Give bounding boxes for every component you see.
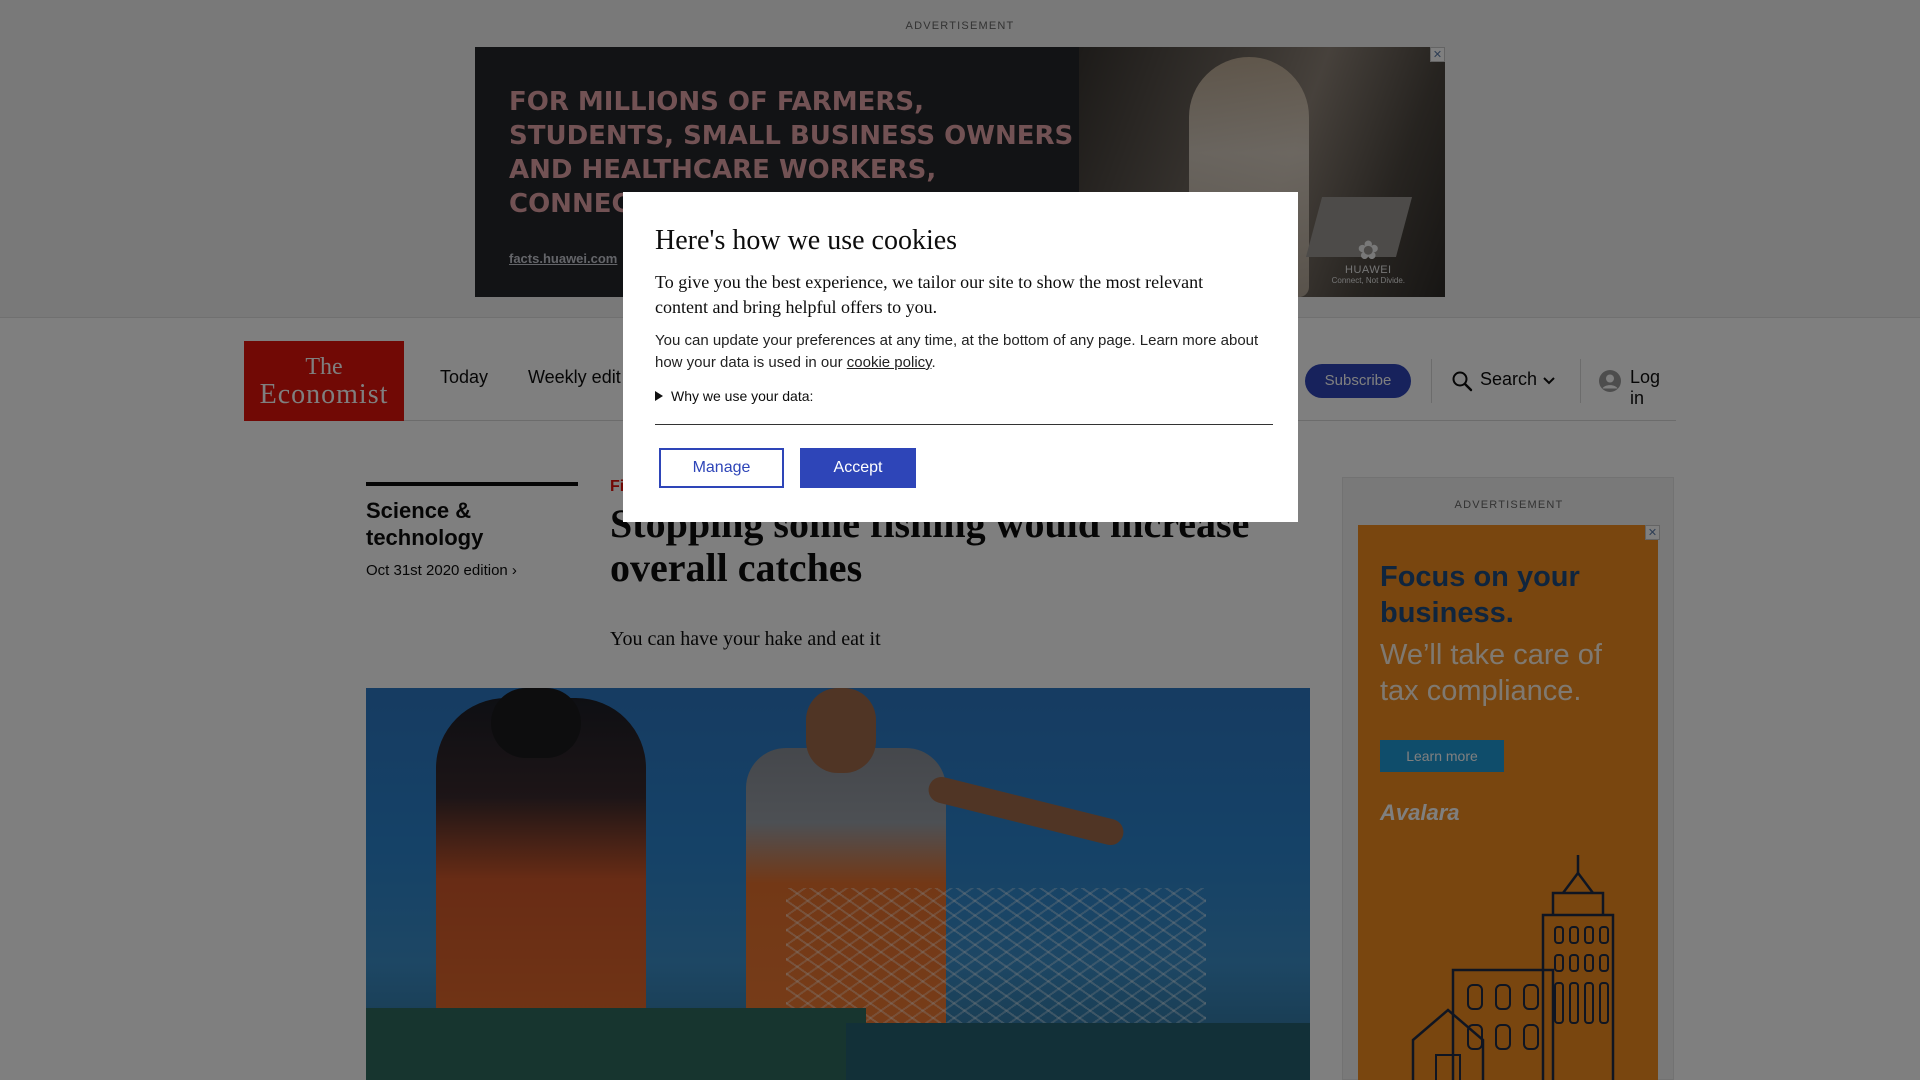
- manage-button[interactable]: Manage: [659, 448, 784, 488]
- cookie-policy-link[interactable]: cookie policy: [847, 354, 932, 371]
- why-we-use-data-label: Why we use your data:: [671, 388, 814, 404]
- modal-overlay: [0, 0, 1920, 1080]
- cookie-dialog-title: Here's how we use cookies: [655, 225, 958, 256]
- disclosure-triangle-icon: [655, 391, 663, 401]
- cookie-consent-dialog: Here's how we use cookies To give you th…: [623, 192, 1298, 522]
- why-we-use-data-toggle[interactable]: Why we use your data:: [655, 388, 1274, 404]
- cookie-dialog-body: You can update your preferences at any t…: [655, 330, 1265, 374]
- cookie-dialog-body-suffix: .: [931, 354, 936, 371]
- cookie-dialog-lead: To give you the best experience, we tail…: [655, 272, 1204, 317]
- cookie-dialog-divider: [655, 424, 1273, 425]
- cookie-dialog-body-text: You can update your preferences at any t…: [655, 332, 1259, 371]
- accept-button[interactable]: Accept: [800, 448, 916, 488]
